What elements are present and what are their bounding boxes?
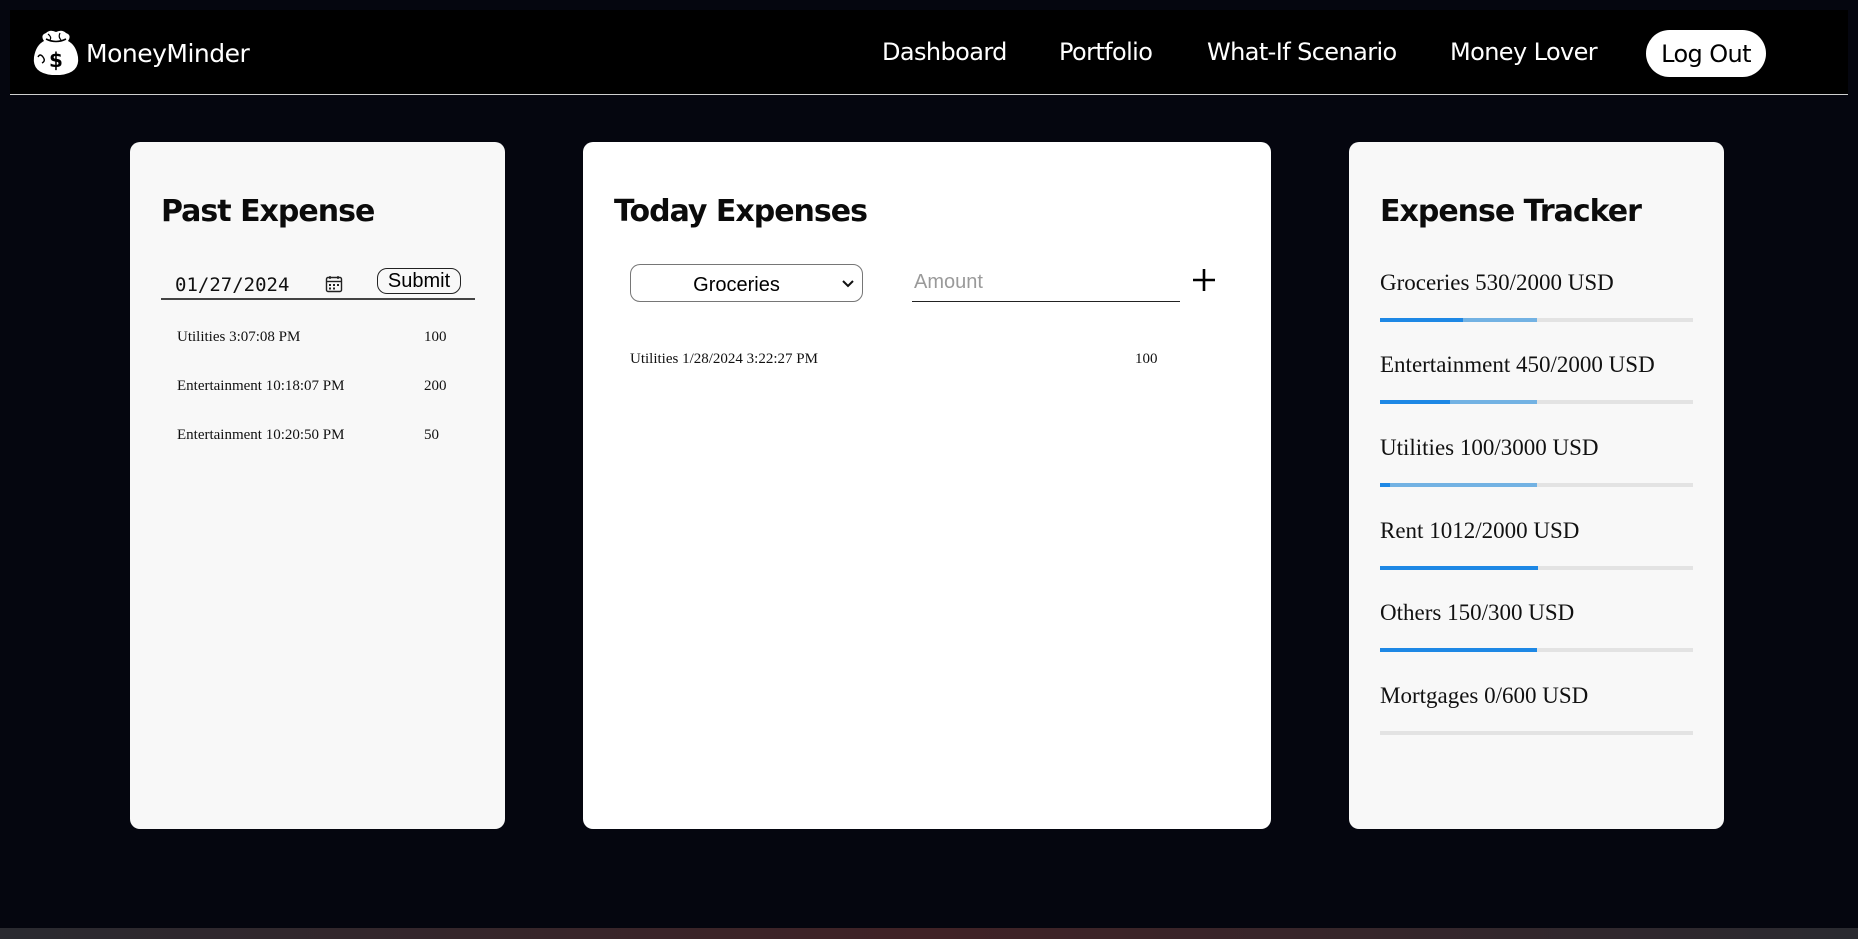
progress-buffer xyxy=(1380,483,1537,487)
tracker-item: Others 150/300 USD xyxy=(1380,600,1693,652)
tracker-item: Mortgages 0/600 USD xyxy=(1380,683,1693,735)
progress-fill xyxy=(1380,318,1463,322)
tracker-item: Utilities 100/3000 USD xyxy=(1380,435,1693,487)
today-expense-row: Utilities 1/28/2024 3:22:27 PM 100 xyxy=(630,351,1170,368)
calendar-icon[interactable] xyxy=(325,275,343,293)
past-expense-title: Past Expense xyxy=(161,194,375,229)
today-expense-amount: 100 xyxy=(1135,351,1158,367)
expense-tracker-card: Expense Tracker Groceries 530/2000 USD En… xyxy=(1349,142,1724,829)
tracker-label: Mortgages 0/600 USD xyxy=(1380,683,1589,708)
past-expense-label: Entertainment 10:20:50 PM xyxy=(177,427,345,443)
past-expense-amount: 200 xyxy=(424,378,447,394)
amount-input[interactable] xyxy=(912,264,1180,302)
past-expense-card: Past Expense 01/27/2024 Submit Utilities… xyxy=(130,142,505,829)
today-expenses-title: Today Expenses xyxy=(614,194,868,229)
nav-link-dashboard[interactable]: Dashboard xyxy=(882,38,1007,66)
progress-bar xyxy=(1380,483,1693,487)
tracker-label: Entertainment 450/2000 USD xyxy=(1380,352,1655,377)
progress-fill xyxy=(1380,483,1391,487)
plus-icon[interactable] xyxy=(1190,266,1218,294)
logout-button[interactable]: Log Out xyxy=(1646,30,1766,77)
progress-fill xyxy=(1380,400,1451,404)
category-select-value: Groceries xyxy=(693,274,780,296)
tracker-item: Groceries 530/2000 USD xyxy=(1380,270,1693,322)
progress-bar xyxy=(1380,566,1693,570)
nav-link-money-lover[interactable]: Money Lover xyxy=(1450,38,1598,66)
top-navbar: $ MoneyMinder Dashboard Portfolio What-I… xyxy=(10,10,1848,95)
past-expense-amount: 100 xyxy=(424,329,447,345)
past-expense-amount: 50 xyxy=(424,427,439,443)
nav-link-portfolio[interactable]: Portfolio xyxy=(1059,38,1153,66)
nav-links: Dashboard Portfolio What-If Scenario Mon… xyxy=(10,38,1848,68)
today-expense-label: Utilities 1/28/2024 3:22:27 PM xyxy=(630,351,818,367)
tracker-label: Groceries 530/2000 USD xyxy=(1380,270,1614,295)
date-picker[interactable]: 01/27/2024 Submit xyxy=(161,264,475,300)
taskbar-strip xyxy=(0,928,1858,939)
progress-bar xyxy=(1380,318,1693,322)
progress-bar xyxy=(1380,731,1693,735)
today-expenses-card: Today Expenses Groceries Utilities 1/28/… xyxy=(583,142,1271,829)
tracker-item: Rent 1012/2000 USD xyxy=(1380,518,1693,570)
date-input-value[interactable]: 01/27/2024 xyxy=(175,274,289,296)
past-expense-row: Entertainment 10:20:50 PM 50 xyxy=(177,427,457,444)
past-expense-row: Entertainment 10:18:07 PM 200 xyxy=(177,378,457,395)
submit-button[interactable]: Submit xyxy=(377,268,461,294)
tracker-label: Utilities 100/3000 USD xyxy=(1380,435,1599,460)
chevron-down-icon xyxy=(842,280,854,288)
progress-bar xyxy=(1380,400,1693,404)
nav-link-what-if-scenario[interactable]: What-If Scenario xyxy=(1207,38,1397,66)
tracker-item: Entertainment 450/2000 USD xyxy=(1380,352,1693,404)
tracker-label: Others 150/300 USD xyxy=(1380,600,1575,625)
category-select[interactable]: Groceries xyxy=(630,264,863,302)
past-expense-label: Entertainment 10:18:07 PM xyxy=(177,378,345,394)
tracker-label: Rent 1012/2000 USD xyxy=(1380,518,1580,543)
progress-bar xyxy=(1380,648,1693,652)
progress-fill xyxy=(1380,566,1539,570)
past-expense-label: Utilities 3:07:08 PM xyxy=(177,329,301,345)
past-expense-row: Utilities 3:07:08 PM 100 xyxy=(177,329,457,346)
progress-fill xyxy=(1380,648,1537,652)
expense-tracker-title: Expense Tracker xyxy=(1380,194,1642,229)
